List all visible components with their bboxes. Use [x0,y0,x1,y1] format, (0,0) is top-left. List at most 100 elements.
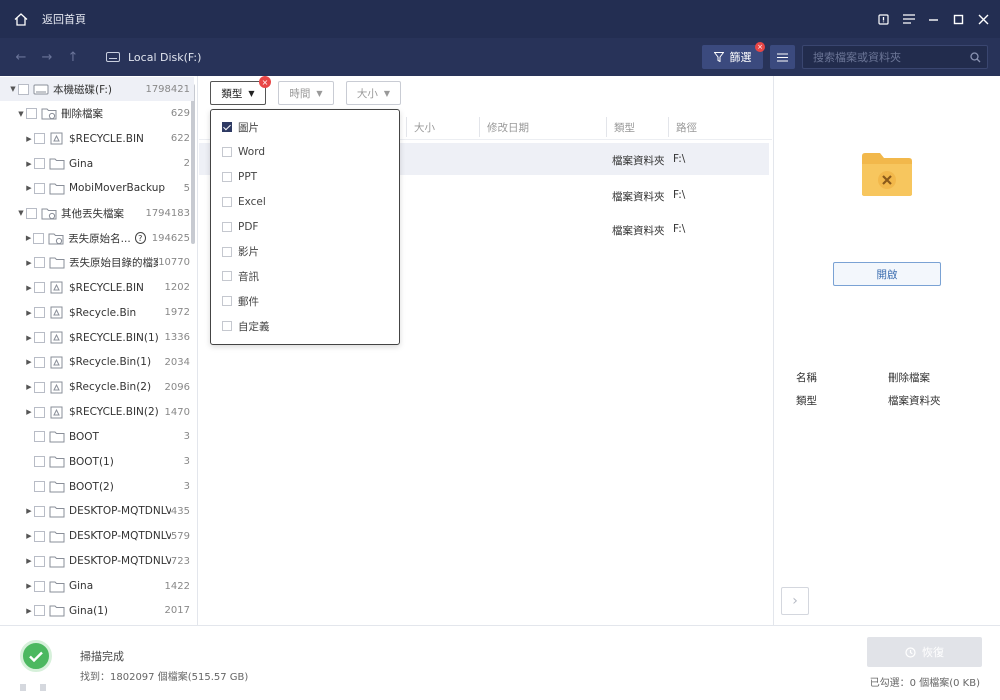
type-option-checkbox[interactable] [222,221,232,232]
minimize-button[interactable] [921,0,946,38]
open-button[interactable]: 開啟 [833,262,941,286]
column-separator[interactable] [606,117,607,137]
tree-item-checkbox[interactable] [34,530,45,542]
next-preview-button[interactable]: › [781,587,809,615]
feedback-button[interactable] [871,0,896,38]
tree-item[interactable]: ▶ MobiMoverBackup 5 [0,176,194,200]
back-to-home-label[interactable]: 返回首頁 [42,11,86,27]
expand-arrow-closed-icon[interactable]: ▶ [24,557,34,565]
expand-arrow-closed-icon[interactable]: ▶ [24,507,34,515]
expand-arrow-closed-icon[interactable]: ▶ [24,135,34,143]
tree-item-checkbox[interactable] [34,481,45,493]
filter-button[interactable]: 篩選 × [702,42,765,69]
tree-item[interactable]: BOOT(1) 3 [0,450,194,474]
type-option-checkbox[interactable] [222,196,232,207]
type-option-checkbox[interactable] [222,171,232,182]
time-filter-dropdown[interactable]: 時間 ▼ [278,81,334,105]
expand-arrow-closed-icon[interactable]: ▶ [24,259,34,267]
back-button[interactable]: ← [8,38,34,76]
expand-arrow-closed-icon[interactable]: ▶ [24,582,34,590]
type-option[interactable]: 郵件 [222,293,259,309]
type-option[interactable]: 影片 [222,244,259,260]
tree-item-checkbox[interactable] [34,182,45,194]
type-option[interactable]: 自定義 [222,318,270,334]
expand-arrow-closed-icon[interactable]: ▶ [24,607,34,615]
type-filter-clear-badge[interactable]: × [259,76,271,88]
tree-item-checkbox[interactable] [34,307,45,319]
tree-item[interactable]: ▼ 本機磁碟(F:) 1798421 [0,77,194,101]
tree-item-checkbox[interactable] [34,282,45,294]
search-button[interactable] [963,46,987,68]
stop-button[interactable] [40,684,46,691]
tree-item-checkbox[interactable] [34,456,45,468]
type-option[interactable]: 圖片 [222,119,259,135]
column-separator[interactable] [406,117,407,137]
expand-arrow-closed-icon[interactable]: ▶ [24,358,34,366]
tree-item[interactable]: ▶ Gina 1422 [0,574,194,598]
expand-arrow-closed-icon[interactable]: ▶ [24,234,33,242]
expand-arrow-closed-icon[interactable]: ▶ [24,309,34,317]
type-option[interactable]: PPT [222,169,257,185]
expand-arrow-open-icon[interactable]: ▼ [8,85,18,93]
list-view-button[interactable] [770,45,795,69]
pause-button[interactable] [20,684,26,691]
tree-item[interactable]: ▶ 丟失原始名...? 194625 [0,226,194,250]
expand-arrow-closed-icon[interactable]: ▶ [24,160,34,168]
tree-item[interactable]: ▶ Gina 2 [0,152,194,176]
expand-arrow-closed-icon[interactable]: ▶ [24,532,34,540]
tree-item-checkbox[interactable] [34,381,45,393]
tree-item[interactable]: ▼ 其他丟失檔案 1794183 [0,201,194,225]
column-path[interactable]: 路徑 [676,120,697,135]
recover-button[interactable]: 恢復 [867,637,982,667]
tree-item-checkbox[interactable] [34,605,45,617]
type-option-checkbox[interactable] [222,122,232,132]
search-input[interactable] [803,50,963,64]
tree-item[interactable]: BOOT 3 [0,425,194,449]
type-option[interactable]: 音訊 [222,268,259,284]
close-button[interactable] [971,0,996,38]
tree-item-checkbox[interactable] [34,505,45,517]
tree-item-checkbox[interactable] [34,356,45,368]
column-separator[interactable] [479,117,480,137]
tree-item-checkbox[interactable] [18,83,29,95]
tree-item[interactable]: ▶ DESKTOP-MQTDNLV... 579 [0,524,194,548]
tree-item-checkbox[interactable] [34,257,45,269]
tree-item-checkbox[interactable] [34,406,45,418]
type-option[interactable]: Word [222,144,265,160]
forward-button[interactable]: → [34,38,60,76]
column-separator[interactable] [668,117,669,137]
tree-item[interactable]: ▶ $RECYCLE.BIN(1) 1336 [0,326,194,350]
column-type[interactable]: 類型 [614,120,635,135]
type-option-checkbox[interactable] [222,296,232,307]
tree-item-checkbox[interactable] [34,332,45,343]
tree-item[interactable]: ▶ $Recycle.Bin(2) 2096 [0,375,194,399]
tree-item-checkbox[interactable] [26,207,37,219]
expand-arrow-closed-icon[interactable]: ▶ [24,184,34,192]
tree-item[interactable]: BOOT(2) 3 [0,475,194,499]
tree-item[interactable]: ▶ 丟失原始目錄的檔案 10770 [0,251,194,275]
size-filter-dropdown[interactable]: 大小 ▼ [346,81,401,105]
tree-item-checkbox[interactable] [34,555,45,567]
expand-arrow-closed-icon[interactable]: ▶ [24,408,34,416]
filter-clear-badge[interactable]: × [755,42,765,52]
type-option-checkbox[interactable] [222,146,232,157]
expand-arrow-closed-icon[interactable]: ▶ [24,284,34,292]
expand-arrow-closed-icon[interactable]: ▶ [24,383,34,391]
tree-item[interactable]: ▶ $Recycle.Bin 1972 [0,301,194,325]
tree-item[interactable]: ▶ DESKTOP-MQTDNLV... 723 [0,549,194,573]
maximize-button[interactable] [946,0,971,38]
tree-item[interactable]: ▶ Gina(1) 2017 [0,599,194,623]
home-button[interactable] [0,0,42,38]
tree-item[interactable]: ▼ 刪除檔案 629 [0,102,194,126]
column-size[interactable]: 大小 [414,120,435,135]
tree-item-checkbox[interactable] [34,431,45,443]
type-filter-dropdown[interactable]: 類型 ▼ × [210,76,271,105]
tree-item-checkbox[interactable] [34,133,45,145]
type-option[interactable]: PDF [222,219,258,235]
type-option-checkbox[interactable] [222,271,232,282]
tree-item-checkbox[interactable] [26,108,37,120]
expand-arrow-closed-icon[interactable]: ▶ [24,334,34,342]
up-button[interactable]: ↑ [60,38,86,76]
tree-item[interactable]: ▶ $RECYCLE.BIN 1202 [0,276,194,300]
type-option-checkbox[interactable] [222,321,232,332]
